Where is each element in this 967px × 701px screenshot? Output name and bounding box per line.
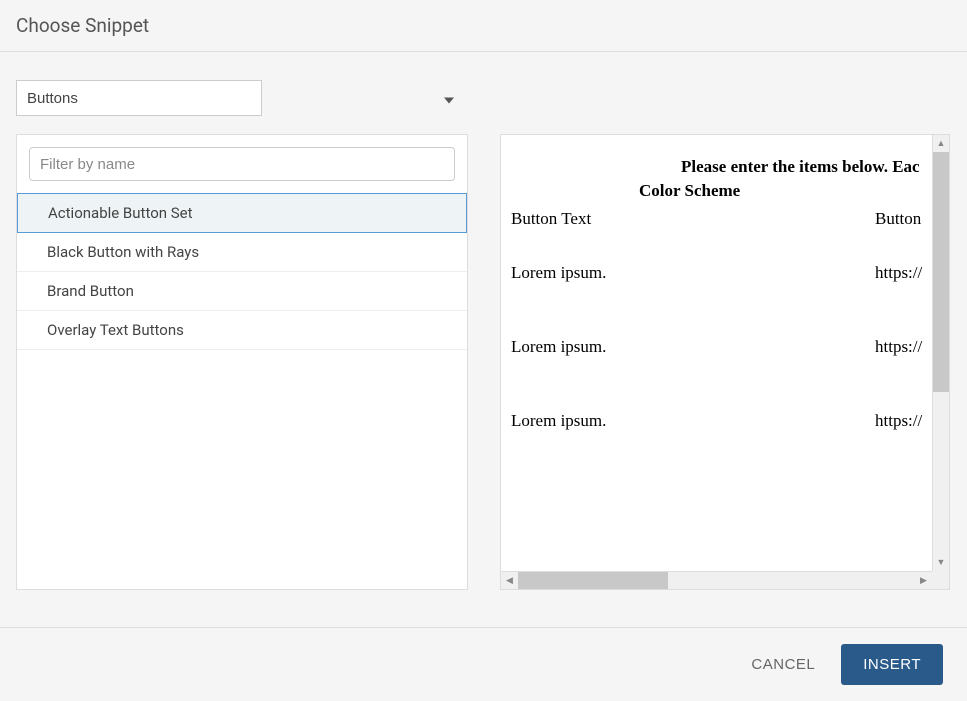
snippet-item-brand-button[interactable]: Brand Button <box>17 272 467 311</box>
snippet-item-label: Brand Button <box>47 282 134 300</box>
snippet-list: Actionable Button Set Black Button with … <box>17 193 467 350</box>
snippet-list-panel: Actionable Button Set Black Button with … <box>16 134 468 590</box>
preview-data-row: Lorem ipsum. https:// <box>511 337 949 357</box>
dialog-title: Choose Snippet <box>16 14 149 37</box>
scroll-corner <box>932 571 949 589</box>
scroll-up-arrow-icon[interactable]: ▲ <box>933 135 949 152</box>
preview-cell-right: https:// <box>875 411 922 431</box>
horizontal-scrollbar[interactable]: ◀ ▶ <box>501 571 932 589</box>
chevron-down-icon <box>444 89 454 108</box>
preview-inner: Please enter the items below. Eac Color … <box>511 157 949 431</box>
preview-heading: Please enter the items below. Eac <box>681 157 949 177</box>
preview-cell-left: Lorem ipsum. <box>511 411 875 431</box>
vertical-scrollbar[interactable]: ▲ ▼ <box>932 135 949 571</box>
filter-wrap <box>17 135 467 193</box>
scroll-left-arrow-icon[interactable]: ◀ <box>501 572 518 589</box>
preview-cell-left: Lorem ipsum. <box>511 263 875 283</box>
category-select[interactable]: Buttons <box>16 80 262 116</box>
snippet-item-label: Overlay Text Buttons <box>47 321 184 339</box>
preview-header-left: Button Text <box>511 209 875 229</box>
snippet-item-label: Black Button with Rays <box>47 243 199 261</box>
snippet-item-overlay-text-buttons[interactable]: Overlay Text Buttons <box>17 311 467 350</box>
preview-content[interactable]: Please enter the items below. Eac Color … <box>501 135 949 589</box>
preview-panel: Please enter the items below. Eac Color … <box>500 134 950 590</box>
filter-input[interactable] <box>29 147 455 181</box>
preview-data-row: Lorem ipsum. https:// <box>511 263 949 283</box>
preview-cell-right: https:// <box>875 337 922 357</box>
scroll-down-arrow-icon[interactable]: ▼ <box>933 554 949 571</box>
cancel-button[interactable]: CANCEL <box>745 646 821 683</box>
category-select-wrap: Buttons <box>16 80 468 116</box>
preview-cell-left: Lorem ipsum. <box>511 337 875 357</box>
preview-header-row: Button Text Button <box>511 209 949 229</box>
snippet-item-black-button-with-rays[interactable]: Black Button with Rays <box>17 233 467 272</box>
vertical-scroll-thumb[interactable] <box>933 152 949 392</box>
horizontal-scroll-thumb[interactable] <box>518 572 668 589</box>
insert-button[interactable]: INSERT <box>841 644 943 685</box>
main-area: Buttons Actionable Button Set Black Butt… <box>0 52 967 610</box>
preview-header-right: Button <box>875 209 921 229</box>
dialog-header: Choose Snippet <box>0 0 967 51</box>
preview-cell-right: https:// <box>875 263 922 283</box>
left-column: Buttons Actionable Button Set Black Butt… <box>16 80 468 590</box>
preview-data-row: Lorem ipsum. https:// <box>511 411 949 431</box>
snippet-item-label: Actionable Button Set <box>48 204 193 222</box>
snippet-item-actionable-button-set[interactable]: Actionable Button Set <box>17 193 467 233</box>
scroll-right-arrow-icon[interactable]: ▶ <box>915 572 932 589</box>
dialog-footer: CANCEL INSERT <box>0 627 967 701</box>
preview-subtitle: Color Scheme <box>639 181 949 201</box>
